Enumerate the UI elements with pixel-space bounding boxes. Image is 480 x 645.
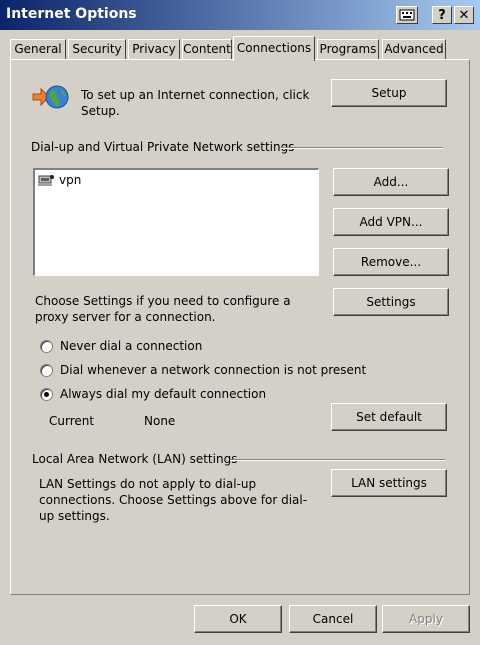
setup-text: To set up an Internet connection, click …: [81, 88, 310, 118]
radio-label: Never dial a connection: [60, 339, 203, 353]
tab-general[interactable]: General: [10, 39, 66, 60]
radio-dot: [44, 392, 49, 397]
close-button[interactable]: ✕: [454, 6, 474, 24]
current-label: Current: [49, 414, 95, 428]
set-default-button[interactable]: Set default: [331, 403, 447, 431]
radio-button-selected[interactable]: [40, 388, 53, 401]
divider: [281, 147, 443, 149]
tab-connections[interactable]: Connections: [233, 36, 315, 61]
radio-button[interactable]: [40, 340, 53, 353]
window-title: Internet Options: [6, 6, 137, 22]
title-bar[interactable]: Internet Options ? ✕: [0, 0, 480, 30]
lan-group-label: Local Area Network (LAN) settings: [32, 452, 238, 466]
network-connection-icon: [37, 173, 55, 187]
settings-button[interactable]: Settings: [333, 288, 449, 316]
close-icon: ✕: [458, 7, 470, 23]
radio-label: Dial whenever a network connection is no…: [60, 363, 367, 377]
dialup-group-label: Dial-up and Virtual Private Network sett…: [31, 140, 295, 154]
tab-privacy[interactable]: Privacy: [128, 39, 180, 60]
lan-settings-button[interactable]: LAN settings: [331, 469, 447, 497]
proxy-text: Choose Settings if you need to configure…: [35, 294, 291, 324]
remove-button[interactable]: Remove...: [333, 248, 449, 276]
tab-security[interactable]: Security: [68, 39, 126, 60]
help-icon: ?: [438, 7, 446, 23]
setup-button[interactable]: Setup: [331, 79, 447, 107]
lan-text: LAN Settings do not apply to dial-up con…: [39, 477, 308, 523]
ok-button[interactable]: OK: [194, 605, 282, 633]
radio-label: Always dial my default connection: [60, 387, 267, 401]
tab-advanced[interactable]: Advanced: [382, 39, 446, 60]
radio-button[interactable]: [40, 364, 53, 377]
current-value: None: [144, 414, 176, 428]
divider: [230, 459, 445, 461]
keyboard-icon[interactable]: [396, 6, 418, 24]
connection-list[interactable]: vpn: [33, 168, 319, 276]
globe-icon: [31, 83, 71, 111]
add-button[interactable]: Add...: [333, 168, 449, 196]
help-button[interactable]: ?: [432, 6, 452, 24]
connection-name: vpn: [59, 173, 82, 187]
tab-content[interactable]: Content: [182, 39, 232, 60]
apply-button[interactable]: Apply: [382, 605, 470, 633]
add-vpn-button[interactable]: Add VPN...: [333, 208, 449, 236]
tab-programs[interactable]: Programs: [317, 39, 379, 60]
cancel-button[interactable]: Cancel: [289, 605, 377, 633]
list-item[interactable]: vpn: [37, 172, 81, 188]
